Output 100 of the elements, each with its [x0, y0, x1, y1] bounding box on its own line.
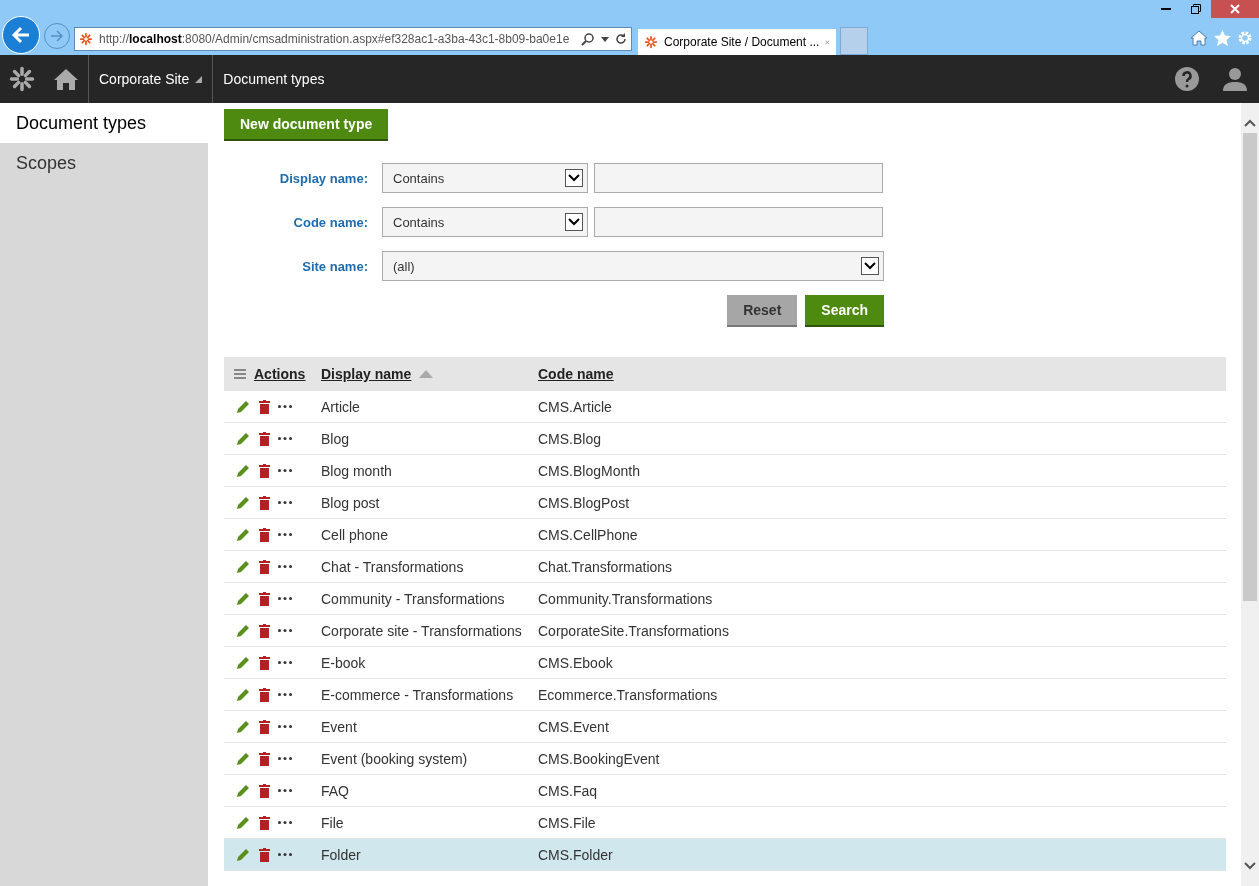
scroll-up-icon[interactable]	[1244, 119, 1256, 127]
more-icon[interactable]	[278, 757, 292, 760]
filter-input[interactable]	[594, 207, 883, 237]
table-row[interactable]: Blog month CMS.BlogMonth	[224, 454, 1226, 487]
operator-dropdown[interactable]: Contains	[382, 163, 588, 193]
site-dropdown[interactable]: (all)	[382, 251, 884, 281]
more-icon[interactable]	[278, 469, 292, 472]
delete-icon[interactable]	[259, 783, 270, 798]
more-icon[interactable]	[278, 405, 292, 408]
edit-icon[interactable]	[236, 495, 251, 510]
filter-input[interactable]	[594, 163, 883, 193]
edit-icon[interactable]	[236, 623, 251, 638]
edit-icon[interactable]	[236, 559, 251, 574]
delete-icon[interactable]	[259, 399, 270, 414]
table-row[interactable]: Event CMS.Event	[224, 710, 1226, 743]
table-row[interactable]: Cell phone CMS.CellPhone	[224, 518, 1226, 551]
delete-icon[interactable]	[259, 687, 270, 702]
reset-button[interactable]: Reset	[727, 295, 798, 327]
edit-icon[interactable]	[236, 847, 251, 862]
table-row[interactable]: E-commerce - Transformations Ecommerce.Transformations	[224, 678, 1226, 711]
delete-icon[interactable]	[259, 559, 270, 574]
search-icon[interactable]	[581, 32, 595, 46]
more-icon[interactable]	[278, 789, 292, 792]
caret-icon	[195, 75, 203, 83]
delete-icon[interactable]	[259, 655, 270, 670]
address-bar[interactable]: http://localhost:8080/Admin/cmsadministration.aspx#ef328ac1-a3ba-43c1-8b09-ba0e1e	[74, 27, 632, 51]
table-row[interactable]: E-book CMS.Ebook	[224, 646, 1226, 679]
table-row[interactable]: Corporate site - Transformations CorporateSite.Transformations	[224, 614, 1226, 647]
delete-icon[interactable]	[259, 751, 270, 766]
edit-icon[interactable]	[236, 591, 251, 606]
more-icon[interactable]	[278, 725, 292, 728]
table-row[interactable]: Blog post CMS.BlogPost	[224, 486, 1226, 519]
table-row[interactable]: Blog CMS.Blog	[224, 422, 1226, 455]
table-cell: CMS.File	[538, 814, 596, 831]
star-icon[interactable]	[1214, 30, 1231, 46]
more-icon[interactable]	[278, 853, 292, 856]
back-button[interactable]	[2, 16, 40, 54]
edit-icon[interactable]	[236, 655, 251, 670]
operator-dropdown[interactable]: Contains	[382, 207, 588, 237]
more-icon[interactable]	[278, 821, 292, 824]
refresh-icon[interactable]	[615, 33, 627, 45]
more-icon[interactable]	[278, 629, 292, 632]
table-row[interactable]: FAQ CMS.Faq	[224, 774, 1226, 807]
logo-icon[interactable]	[8, 65, 36, 93]
edit-icon[interactable]	[236, 527, 251, 542]
edit-icon[interactable]	[236, 719, 251, 734]
site-selector[interactable]: Corporate Site	[89, 71, 213, 87]
home-icon[interactable]	[1190, 30, 1208, 46]
close-window-button[interactable]	[1211, 0, 1259, 18]
delete-icon[interactable]	[259, 719, 270, 734]
close-icon	[1230, 4, 1240, 14]
table-row[interactable]: File CMS.File	[224, 806, 1226, 839]
table-cell: E-book	[321, 654, 366, 671]
delete-icon[interactable]	[259, 527, 270, 542]
edit-icon[interactable]	[236, 687, 251, 702]
table-row[interactable]: Community - Transformations Community.Transformations	[224, 582, 1226, 615]
delete-icon[interactable]	[259, 463, 270, 478]
new-document-type-button[interactable]: New document type	[224, 109, 389, 141]
sidebar-item[interactable]: Scopes	[0, 143, 208, 183]
table-cell: CMS.Article	[538, 398, 612, 415]
edit-icon[interactable]	[236, 783, 251, 798]
more-icon[interactable]	[278, 565, 292, 568]
dropdown-caret-icon[interactable]	[601, 36, 609, 42]
table-cell: Ecommerce.Transformations	[538, 686, 718, 703]
edit-icon[interactable]	[236, 751, 251, 766]
edit-icon[interactable]	[236, 815, 251, 830]
user-icon[interactable]	[1223, 67, 1247, 91]
table-row[interactable]: Event (booking system) CMS.BookingEvent	[224, 742, 1226, 775]
table-cell: E-commerce - Transformations	[321, 686, 514, 703]
delete-icon[interactable]	[259, 623, 270, 638]
delete-icon[interactable]	[259, 591, 270, 606]
site-logo-icon	[79, 32, 93, 46]
arrow-left-icon	[11, 26, 31, 44]
browser-tab[interactable]: Corporate Site / Document ...	[638, 29, 836, 55]
edit-icon[interactable]	[236, 463, 251, 478]
more-icon[interactable]	[278, 501, 292, 504]
more-icon[interactable]	[278, 693, 292, 696]
sidebar-item[interactable]: Document types	[0, 103, 208, 143]
table-cell: CorporateSite.Transformations	[538, 622, 729, 639]
vertical-scrollbar[interactable]	[1241, 103, 1259, 886]
table-cell: File	[321, 814, 344, 831]
more-icon[interactable]	[278, 437, 292, 440]
home-icon[interactable]	[54, 68, 78, 90]
more-icon[interactable]	[278, 533, 292, 536]
scroll-down-icon[interactable]	[1244, 862, 1256, 870]
column-header[interactable]: Display name	[321, 366, 412, 382]
more-icon[interactable]	[278, 661, 292, 664]
delete-icon[interactable]	[259, 815, 270, 830]
table-row[interactable]: Chat - Transformations Chat.Transformations	[224, 550, 1226, 583]
edit-icon[interactable]	[236, 431, 251, 446]
column-header[interactable]: Code name	[538, 366, 614, 382]
menu-icon[interactable]	[234, 369, 246, 379]
help-icon[interactable]	[1175, 67, 1199, 91]
delete-icon[interactable]	[259, 495, 270, 510]
more-icon[interactable]	[278, 597, 292, 600]
table-row[interactable]: Article CMS.Article	[224, 391, 1226, 423]
delete-icon[interactable]	[259, 847, 270, 862]
search-button[interactable]: Search	[805, 295, 884, 327]
delete-icon[interactable]	[259, 431, 270, 446]
edit-icon[interactable]	[236, 399, 251, 414]
